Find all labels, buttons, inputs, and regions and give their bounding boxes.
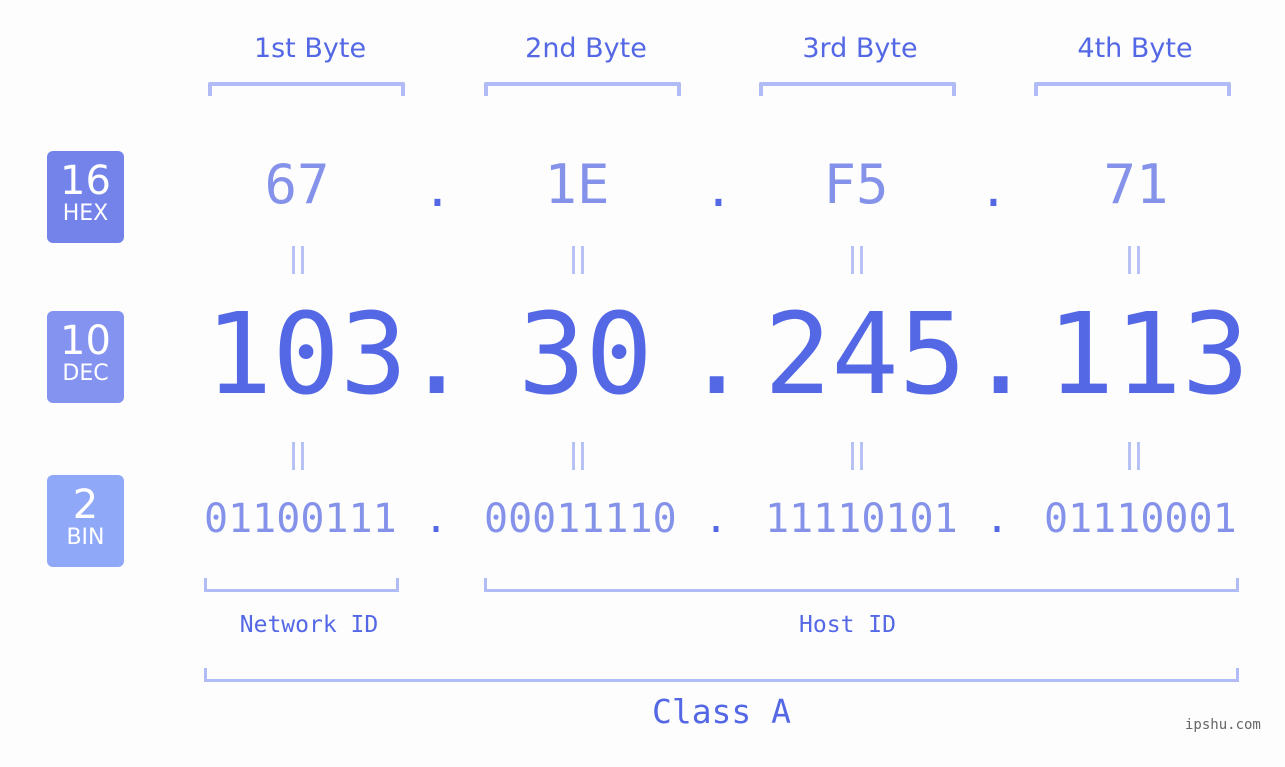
hex-byte-3: F5 (823, 153, 889, 216)
bin-base: 2 (72, 482, 99, 528)
equals-icon (1125, 442, 1145, 472)
bin-dot-1: . (424, 496, 449, 542)
byte-label-4: 4th Byte (1077, 33, 1193, 64)
dec-byte-4: 113 (1047, 290, 1250, 420)
host-id-label: Host ID (799, 612, 896, 638)
hex-base: 16 (60, 158, 111, 204)
hex-byte-4: 71 (1103, 153, 1169, 216)
host-id-bracket (484, 578, 1239, 592)
byte-label-1: 1st Byte (253, 33, 367, 64)
dec-name: DEC (62, 361, 109, 386)
bin-byte-4: 01110001 (1044, 496, 1237, 542)
dec-byte-3: 245 (764, 290, 967, 420)
equals-icon (569, 246, 589, 276)
byte-bracket-3 (759, 82, 956, 96)
equals-icon (1125, 246, 1145, 276)
hex-name: HEX (62, 201, 109, 226)
hex-dot-1: . (423, 162, 452, 218)
hex-byte-2: 1E (544, 153, 610, 216)
byte-label-2: 2nd Byte (525, 33, 647, 64)
byte-bracket-1 (208, 82, 405, 96)
hex-dot-2: . (704, 162, 733, 218)
dec-byte-1: 103 (205, 290, 408, 420)
bin-byte-1: 01100111 (204, 496, 397, 542)
dec-base: 10 (60, 318, 111, 364)
equals-icon (848, 246, 868, 276)
equals-icon (569, 442, 589, 472)
byte-bracket-4 (1034, 82, 1231, 96)
equals-icon (848, 442, 868, 472)
hex-dot-3: . (979, 162, 1008, 218)
dec-badge: 10 DEC (47, 311, 124, 403)
bin-byte-2: 00011110 (484, 496, 677, 542)
hex-byte-1: 67 (264, 153, 330, 216)
hex-badge: 16 HEX (47, 151, 124, 243)
equals-icon (289, 246, 309, 276)
byte-bracket-2 (484, 82, 681, 96)
network-id-bracket (204, 578, 399, 592)
dec-dot-2: . (683, 290, 751, 420)
dec-dot-1: . (403, 290, 471, 420)
bin-dot-3: . (985, 496, 1010, 542)
dec-byte-2: 30 (518, 290, 653, 420)
bin-byte-3: 11110101 (765, 496, 958, 542)
class-bracket (204, 668, 1239, 682)
bin-badge: 2 BIN (47, 475, 124, 567)
bin-name: BIN (66, 525, 105, 550)
dec-dot-3: . (967, 290, 1035, 420)
byte-label-3: 3rd Byte (802, 33, 918, 64)
watermark: ipshu.com (1185, 717, 1261, 733)
bin-dot-2: . (704, 496, 729, 542)
ip-class-label: Class A (651, 692, 792, 731)
network-id-label: Network ID (239, 612, 379, 638)
equals-icon (289, 442, 309, 472)
